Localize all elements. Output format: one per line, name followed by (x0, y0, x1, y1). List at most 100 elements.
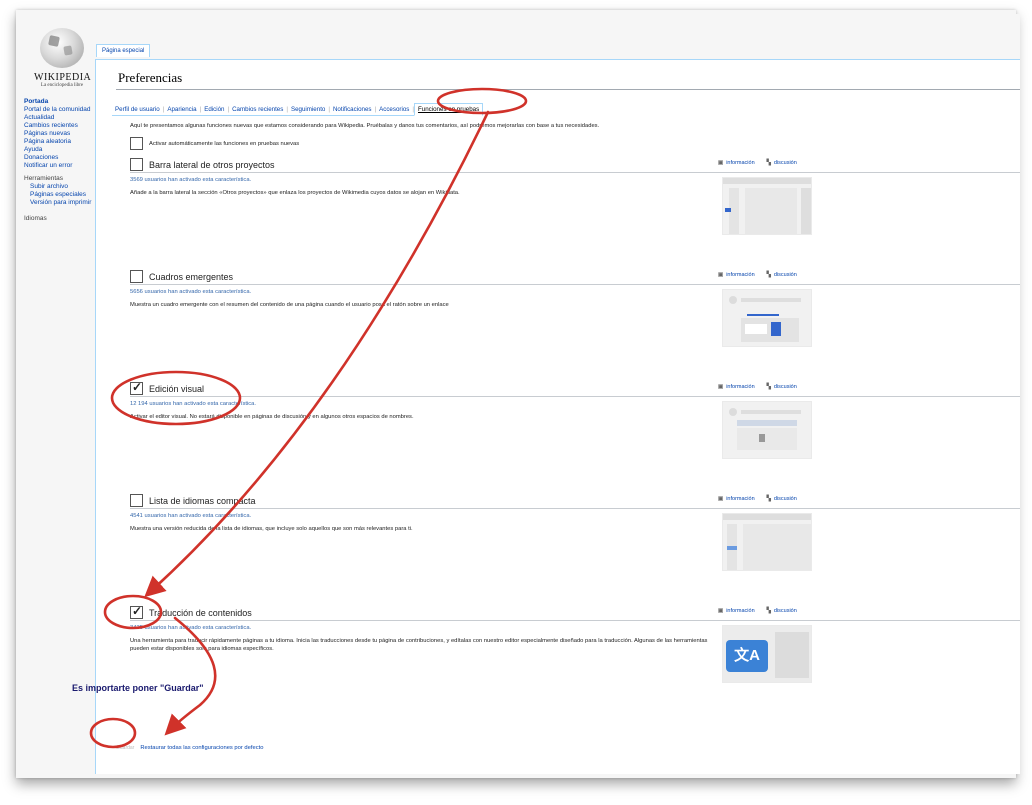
page-title: Preferencias (118, 70, 183, 85)
discussion-icon: ▚ (766, 496, 771, 502)
tab-accesorios[interactable]: Accesorios (376, 104, 412, 115)
info-link-label: información (726, 384, 755, 390)
tab-perfil[interactable]: Perfil de usuario (112, 104, 163, 115)
discussion-link-label: discusión (773, 384, 797, 390)
tab-notificaciones[interactable]: Notificaciones (330, 104, 375, 115)
sidebar-item-portal[interactable]: Portal de la comunidad (24, 106, 106, 114)
feature-checkbox[interactable] (130, 270, 143, 283)
info-link[interactable]: ▣ información (718, 160, 755, 166)
info-icon: ▣ (718, 160, 724, 166)
auto-enable-checkbox[interactable] (130, 137, 143, 150)
feature-header: Barra lateral de otros proyectos (130, 157, 1020, 173)
discussion-icon: ▚ (766, 608, 771, 614)
feature-links: ▣ información ▚ discusión (718, 384, 797, 390)
feature-description: Añade a la barra lateral la sección «Otr… (130, 190, 460, 196)
sidebar-item-paginas-nuevas[interactable]: Páginas nuevas (24, 130, 106, 138)
info-icon: ▣ (718, 496, 724, 502)
feature-links: ▣ información ▚ discusión (718, 496, 797, 502)
feature-thumbnail: 文A (722, 625, 812, 683)
preferences-tabs: Perfil de usuario | Apariencia | Edición | … (112, 102, 484, 116)
feature-links: ▣ información ▚ discusión (718, 608, 797, 614)
title-divider (116, 89, 1020, 90)
auto-enable-label: Activar automáticamente las funciones en… (149, 140, 300, 147)
sidebar-item-cambios[interactable]: Cambios recientes (24, 122, 106, 130)
feature-checkbox[interactable] (130, 380, 143, 395)
info-link[interactable]: ▣ información (718, 384, 755, 390)
info-link[interactable]: ▣ información (718, 272, 755, 278)
feature-description: Muestra una versión reducida de la lista… (130, 526, 413, 532)
sidebar-item-notificar[interactable]: Notificar un error (24, 162, 106, 170)
discussion-link-label: discusión (773, 160, 797, 166)
feature-title: Traducción de contenidos (149, 607, 252, 618)
feature-title: Barra lateral de otros proyectos (149, 159, 275, 170)
tab-edicion[interactable]: Edición (201, 104, 227, 115)
feature-users[interactable]: 4541 usuarios han activado esta caracter… (130, 513, 251, 519)
wikipedia-logo[interactable]: WIKIPEDIA La enciclopedia libre (34, 28, 91, 90)
tab-funciones-en-pruebas[interactable]: Funciones en pruebas (413, 103, 484, 116)
discussion-link-label: discusión (773, 272, 797, 278)
info-link-label: información (726, 160, 755, 166)
sidebar-item-subir[interactable]: Subir archivo (24, 183, 106, 191)
sidebar-languages: Idiomas ⚙ (24, 215, 106, 223)
feature-users[interactable]: 5656 usuarios han activado esta caracter… (130, 289, 251, 295)
discussion-link[interactable]: ▚ discusión (767, 496, 797, 502)
auto-enable-row: Activar automáticamente las funciones en… (130, 137, 299, 150)
discussion-link[interactable]: ▚ discusión (767, 160, 797, 166)
feature-thumbnail (722, 513, 812, 571)
discussion-icon: ▚ (766, 384, 771, 390)
sidebar-item-ayuda[interactable]: Ayuda (24, 146, 106, 154)
info-link[interactable]: ▣ información (718, 608, 755, 614)
discussion-icon: ▚ (766, 272, 771, 278)
feature-users[interactable]: 3569 usuarios han activado esta caracter… (130, 177, 251, 183)
reset-defaults-link[interactable]: Restaurar todas las configuraciones por … (140, 745, 263, 751)
tab-apariencia[interactable]: Apariencia (164, 104, 199, 115)
sidebar-item-donaciones[interactable]: Donaciones (24, 154, 106, 162)
feature-header: Lista de idiomas compacta (130, 493, 1020, 509)
main-content: Preferencias Perfil de usuario | Aparienc… (95, 59, 1020, 774)
logo-tagline: La enciclopedia libre (40, 83, 84, 88)
feature-thumbnail (722, 401, 812, 459)
discussion-link-label: discusión (773, 496, 797, 502)
tab-special-page[interactable]: Página especial (96, 44, 151, 57)
sidebar-languages-label: Idiomas (24, 215, 47, 222)
feature-links: ▣ información ▚ discusión (718, 272, 797, 278)
info-link-label: información (726, 496, 755, 502)
sidebar-item-especiales[interactable]: Páginas especiales (24, 191, 106, 199)
feature-links: ▣ información ▚ discusión (718, 160, 797, 166)
info-link[interactable]: ▣ información (718, 496, 755, 502)
discussion-link[interactable]: ▚ discusión (767, 608, 797, 614)
info-icon: ▣ (718, 608, 724, 614)
discussion-link-label: discusión (773, 608, 797, 614)
translate-icon: 文A (726, 640, 768, 672)
feature-header: Cuadros emergentes (130, 269, 1020, 285)
discussion-icon: ▚ (766, 160, 771, 166)
feature-title: Edición visual (149, 383, 205, 394)
sidebar-item-actualidad[interactable]: Actualidad (24, 114, 106, 122)
feature-users[interactable]: 12 194 usuarios han activado esta caract… (130, 401, 256, 407)
info-icon: ▣ (718, 384, 724, 390)
tab-seguimiento[interactable]: Seguimiento (288, 104, 328, 115)
feature-title: Cuadros emergentes (149, 271, 234, 282)
sidebar-item-imprimir[interactable]: Versión para imprimir (24, 199, 106, 207)
feature-title: Lista de idiomas compacta (149, 495, 256, 506)
feature-checkbox[interactable] (130, 494, 143, 507)
info-link-label: información (726, 272, 755, 278)
info-link-label: información (726, 608, 755, 614)
tab-cambios-recientes[interactable]: Cambios recientes (229, 104, 286, 115)
globe-icon (40, 28, 84, 68)
sidebar-item-aleatoria[interactable]: Página aleatoria (24, 138, 106, 146)
sidebar: Portada Portal de la comunidad Actualida… (24, 98, 106, 223)
feature-users[interactable]: 3435 usuarios han activado esta caracter… (130, 625, 251, 631)
discussion-link[interactable]: ▚ discusión (767, 272, 797, 278)
feature-thumbnail (722, 177, 812, 235)
feature-description: Muestra un cuadro emergente con el resum… (130, 302, 449, 308)
feature-thumbnail (722, 289, 812, 347)
wiki-page: WIKIPEDIA La enciclopedia libre Portada … (20, 14, 1020, 774)
feature-checkbox[interactable] (130, 604, 143, 619)
discussion-link[interactable]: ▚ discusión (767, 384, 797, 390)
info-icon: ▣ (718, 272, 724, 278)
feature-header: Traducción de contenidos (130, 604, 1020, 621)
save-button[interactable]: Guardar (116, 745, 134, 751)
sidebar-item-portada[interactable]: Portada (24, 98, 106, 106)
feature-checkbox[interactable] (130, 158, 143, 171)
